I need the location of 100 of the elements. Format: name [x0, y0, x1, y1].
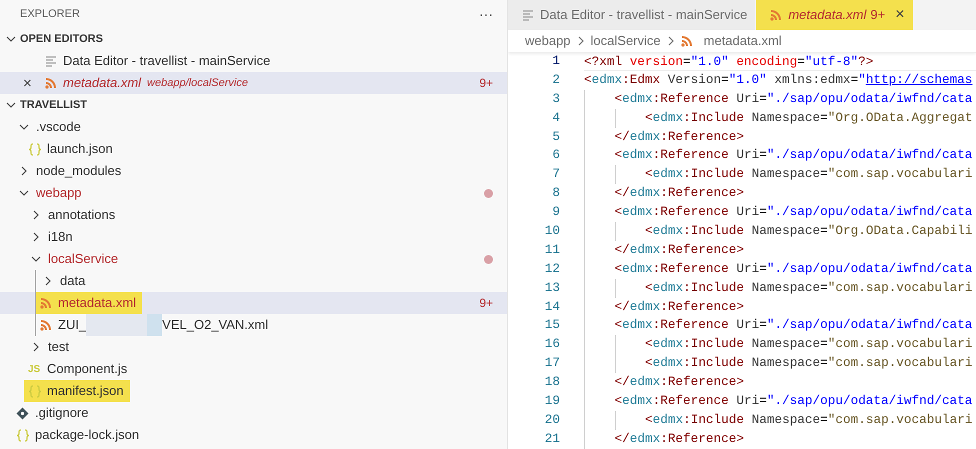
- editor-tab[interactable]: metadata.xml 9+ ×: [756, 0, 914, 30]
- line-number: 7: [551, 165, 560, 184]
- line-number: 1: [551, 52, 560, 70]
- code-token: :Reference: [660, 430, 736, 448]
- code-token: =: [820, 222, 828, 240]
- code-token: <: [645, 108, 653, 127]
- code-token: :Reference: [660, 373, 736, 392]
- line-number: 10: [544, 222, 560, 240]
- code-token: http://schemas: [866, 70, 972, 89]
- code-token: =: [759, 90, 767, 108]
- code-token: edmx: [652, 165, 684, 184]
- tree-item[interactable]: localService: [24, 248, 124, 270]
- code-token: edmx: [652, 354, 684, 372]
- code-token: =: [721, 70, 729, 89]
- code-token: edmx: [630, 430, 660, 448]
- code-token: Namespace: [750, 165, 820, 184]
- code-token: Uri: [735, 146, 760, 164]
- code-token: =: [820, 108, 828, 127]
- editor-tab[interactable]: Data Editor - travellist - mainService: [508, 0, 756, 30]
- code-token: <: [645, 335, 653, 354]
- code-token: >: [736, 298, 744, 316]
- code-token: :Reference: [660, 298, 736, 316]
- code-token: <: [645, 222, 653, 240]
- line-number: 21: [544, 430, 560, 448]
- code-token: "com.sap.vocabulari: [828, 354, 972, 372]
- code-token: :Edmx: [622, 70, 660, 89]
- breadcrumb-item[interactable]: metadata.xml: [704, 31, 782, 51]
- line-number: 3: [551, 90, 560, 108]
- tree-item[interactable]: data: [36, 270, 92, 292]
- code-token: :Include: [683, 278, 744, 297]
- code-token: :Reference: [660, 184, 736, 202]
- code-token: :Reference: [652, 90, 729, 108]
- tree-item[interactable]: manifest.json: [24, 380, 130, 402]
- code-token: edmx: [592, 70, 622, 89]
- code-token: edmx: [630, 184, 660, 202]
- code-token: <: [645, 165, 653, 184]
- tree-item[interactable]: i18n: [24, 226, 79, 248]
- code-token: >: [736, 184, 744, 202]
- code-token: =: [759, 392, 767, 410]
- tree-item[interactable]: .gitignore: [12, 402, 94, 424]
- tree-item[interactable]: JS Component.js: [24, 358, 134, 380]
- code-token: =: [797, 53, 805, 70]
- tree-item[interactable]: test: [24, 336, 75, 358]
- code-token: edmx: [630, 240, 660, 259]
- lines-icon: [45, 55, 57, 67]
- line-number: 20: [544, 410, 560, 429]
- tree-item[interactable]: package-lock.json: [12, 424, 146, 446]
- code-token: =: [820, 165, 828, 184]
- close-button[interactable]: ×: [0, 76, 32, 90]
- code-token: "./sap/opu/odata/iwfnd/cata: [766, 392, 972, 410]
- code-token: <: [614, 316, 622, 334]
- code-token: =: [820, 335, 828, 354]
- code-token: <: [614, 392, 622, 410]
- close-button[interactable]: ×: [895, 3, 905, 27]
- code-token: edmx: [652, 108, 684, 127]
- code-token: </: [614, 240, 630, 259]
- tree-item[interactable]: node_modules: [12, 160, 128, 182]
- line-number: 11: [544, 240, 560, 259]
- tree-item[interactable]: ZUI_ VEL_O2_VAN.xml: [36, 314, 274, 336]
- code-token: <: [614, 146, 622, 164]
- code-token: Uri: [735, 316, 760, 334]
- chevron-right-icon: [668, 36, 674, 46]
- code-token: :Include: [683, 354, 744, 372]
- code-token: >: [736, 240, 744, 259]
- code-token: edmx: [652, 410, 684, 429]
- code-token: edmx: [630, 128, 660, 146]
- tree-item[interactable]: metadata.xml: [36, 292, 142, 314]
- js-file-icon: JS: [28, 362, 42, 376]
- tree-item[interactable]: launch.json: [24, 138, 119, 160]
- section-header[interactable]: OPEN EDITORS: [20, 30, 103, 48]
- chevron-right-icon: [578, 36, 584, 46]
- code-token: =: [759, 146, 767, 164]
- open-editor-item[interactable]: Data Editor - travellist - mainService: [0, 50, 507, 72]
- code-token: </: [614, 298, 630, 316]
- line-number: 12: [544, 260, 560, 278]
- code-token: "Org.OData.Aggregat: [828, 108, 972, 127]
- tree-item[interactable]: .vscode: [12, 116, 87, 138]
- code-token: edmx: [622, 392, 653, 410]
- line-number: 6: [551, 146, 560, 164]
- line-number: 16: [544, 335, 560, 354]
- line-number: 18: [544, 373, 560, 392]
- code-token: Namespace: [750, 222, 820, 240]
- code-token: "./sap/opu/odata/iwfnd/cata: [766, 90, 972, 108]
- tree-item[interactable]: webapp: [12, 182, 88, 204]
- code-token: Namespace: [750, 278, 820, 297]
- more-actions-button[interactable]: ···: [479, 4, 493, 24]
- open-editor-item[interactable]: × metadata.xml webapp/localService 9+: [0, 72, 507, 94]
- tree-item[interactable]: annotations: [24, 204, 122, 226]
- code-token: </: [614, 430, 630, 448]
- code-token: edmx: [622, 260, 653, 278]
- code-token: "com.sap.vocabulari: [828, 410, 972, 429]
- code-token: =: [820, 410, 828, 429]
- line-number: 19: [544, 392, 560, 410]
- code-token: >: [736, 373, 744, 392]
- code-token: <: [584, 70, 592, 89]
- breadcrumb-item[interactable]: localService: [590, 31, 661, 51]
- section-header[interactable]: TRAVELLIST: [20, 96, 88, 114]
- breadcrumb-item[interactable]: webapp: [525, 31, 571, 51]
- code-token: <?: [584, 53, 600, 70]
- code-token: edmx: [622, 203, 653, 222]
